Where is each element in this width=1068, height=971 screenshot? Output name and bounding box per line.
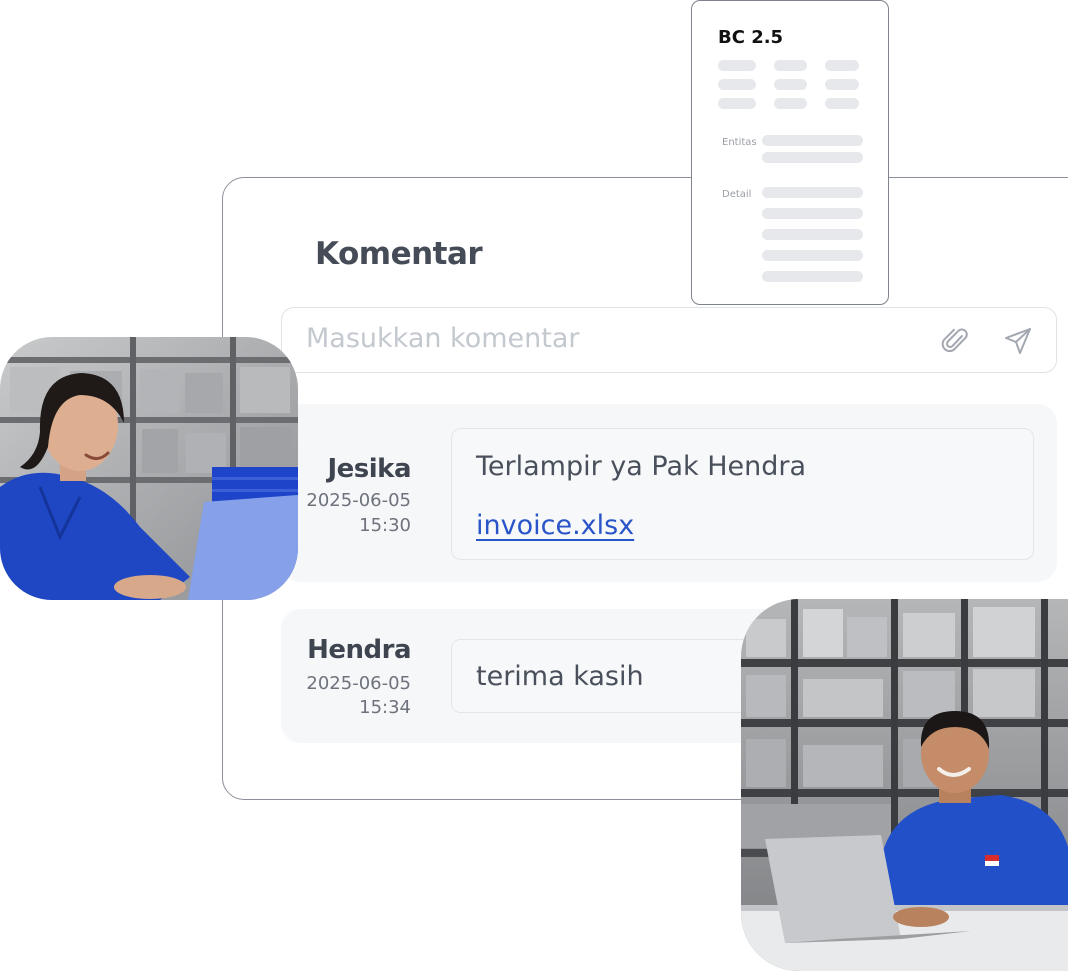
document-preview: BC 2.5 Entitas Detail <box>691 0 889 305</box>
comment-text: terima kasih <box>476 661 644 692</box>
placeholder-line <box>718 98 756 109</box>
placeholder-line <box>762 187 863 198</box>
comment-bubble: Terlampir ya Pak Hendra invoice.xlsx <box>451 428 1034 560</box>
comment-time: 15:34 <box>359 697 411 718</box>
comment-author: Jesika <box>327 454 411 484</box>
paperclip-icon[interactable] <box>940 325 972 357</box>
placeholder-line <box>718 60 756 71</box>
warehouse-worker-photo <box>0 337 298 600</box>
comment-input[interactable]: Masukkan komentar <box>281 307 1057 373</box>
document-title: BC 2.5 <box>718 27 784 48</box>
placeholder-line <box>825 98 859 109</box>
warehouse-worker-photo <box>741 599 1068 971</box>
comment-item: Jesika 2025-06-05 15:30 Terlampir ya Pak… <box>281 404 1057 582</box>
placeholder-line <box>825 60 859 71</box>
comment-date: 2025-06-05 <box>306 673 411 694</box>
attachment-link[interactable]: invoice.xlsx <box>476 510 634 541</box>
send-icon[interactable] <box>1002 325 1034 357</box>
placeholder-line <box>825 79 859 90</box>
comment-text: Terlampir ya Pak Hendra <box>476 451 807 482</box>
placeholder-line <box>762 250 863 261</box>
detail-label: Detail <box>722 189 752 200</box>
comment-input-placeholder: Masukkan komentar <box>306 323 580 354</box>
comment-date: 2025-06-05 <box>306 490 411 511</box>
placeholder-line <box>718 79 756 90</box>
placeholder-line <box>774 79 807 90</box>
placeholder-line <box>762 271 863 282</box>
placeholder-line <box>762 208 863 219</box>
placeholder-line <box>762 229 863 240</box>
comment-time: 15:30 <box>359 515 411 536</box>
panel-title: Komentar <box>315 236 483 272</box>
placeholder-line <box>774 60 807 71</box>
placeholder-line <box>762 135 863 146</box>
comment-author: Hendra <box>307 635 411 665</box>
entity-label: Entitas <box>722 137 757 148</box>
placeholder-line <box>762 152 863 163</box>
placeholder-line <box>774 98 807 109</box>
